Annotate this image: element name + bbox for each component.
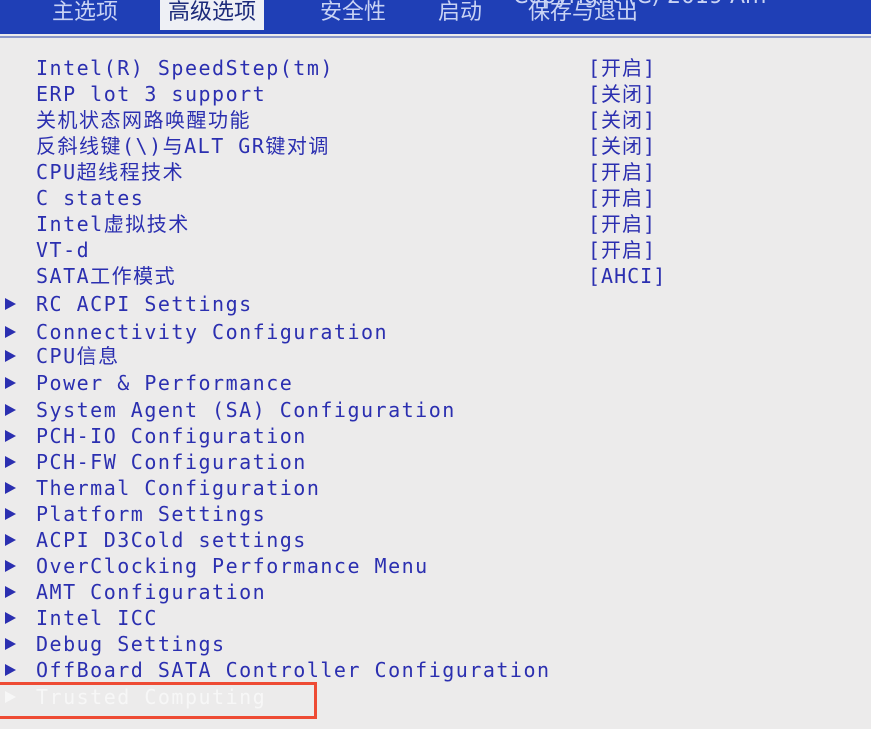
submenu-platform-settings[interactable]: Platform Settings	[0, 501, 871, 527]
setting-label: Intel(R) SpeedStep(tm)	[36, 56, 334, 80]
setting-value[interactable]: [关闭]	[588, 81, 656, 107]
submenu-label: Platform Settings	[36, 502, 267, 526]
triangle-right-icon	[5, 326, 16, 338]
setting-row-backslash-altgr[interactable]: 反斜线键(\)与ALT GR键对调 [关闭]	[0, 133, 871, 159]
setting-value[interactable]: [开启]	[588, 185, 656, 211]
submenu-label: Power & Performance	[36, 371, 294, 395]
top-menu-bar: 主选项 高级选项 安全性 启动 保存与退出 Copyright (C) 2019…	[0, 0, 871, 34]
setting-value[interactable]: [开启]	[588, 237, 656, 263]
triangle-right-icon	[5, 482, 16, 494]
setting-row-wake-on-lan[interactable]: 关机状态网路唤醒功能 [关闭]	[0, 107, 871, 133]
submenu-label: OffBoard SATA Controller Configuration	[36, 658, 551, 682]
submenu-label: Debug Settings	[36, 632, 226, 656]
submenu-overclocking-performance-menu[interactable]: OverClocking Performance Menu	[0, 553, 871, 579]
triangle-right-icon	[5, 508, 16, 520]
submenu-power-performance[interactable]: Power & Performance	[0, 370, 871, 396]
setting-value[interactable]: [开启]	[588, 211, 656, 237]
submenu-intel-icc[interactable]: Intel ICC	[0, 605, 871, 631]
triangle-right-icon	[5, 430, 16, 442]
triangle-right-icon	[5, 298, 16, 310]
triangle-right-icon	[5, 560, 16, 572]
triangle-right-icon	[5, 350, 16, 362]
submenu-label: AMT Configuration	[36, 580, 267, 604]
setting-row-hyperthreading[interactable]: CPU超线程技术 [开启]	[0, 159, 871, 185]
tab-security[interactable]: 安全性	[312, 0, 394, 30]
submenu-label: RC ACPI Settings	[36, 292, 253, 316]
setting-label: 关机状态网路唤醒功能	[36, 108, 251, 132]
submenu-label: PCH-IO Configuration	[36, 424, 307, 448]
setting-row-sata-mode[interactable]: SATA工作模式 [AHCI]	[0, 263, 871, 289]
submenu-label: Intel ICC	[36, 606, 158, 630]
submenu-label: System Agent (SA) Configuration	[36, 398, 456, 422]
triangle-right-icon	[5, 664, 16, 676]
submenu-label: Thermal Configuration	[36, 476, 321, 500]
submenu-pch-io-configuration[interactable]: PCH-IO Configuration	[0, 423, 871, 449]
submenu-label: CPU信息	[36, 344, 120, 368]
setting-row-virtualization[interactable]: Intel虚拟技术 [开启]	[0, 211, 871, 237]
setting-label: Intel虚拟技术	[36, 212, 190, 236]
tab-main[interactable]: 主选项	[44, 0, 126, 30]
submenu-label: OverClocking Performance Menu	[36, 554, 429, 578]
submenu-offboard-sata-controller-configuration[interactable]: OffBoard SATA Controller Configuration	[0, 657, 871, 683]
submenu-connectivity-configuration[interactable]: Connectivity Configuration	[0, 319, 871, 345]
setting-row-c-states[interactable]: C states [开启]	[0, 185, 871, 211]
triangle-right-icon	[5, 404, 16, 416]
submenu-amt-configuration[interactable]: AMT Configuration	[0, 579, 871, 605]
setting-label: CPU超线程技术	[36, 160, 185, 184]
copyright-text: Copyright (C) 2019 Am	[513, 0, 766, 9]
setting-value[interactable]: [关闭]	[588, 107, 656, 133]
setting-label: VT-d	[36, 238, 91, 262]
setting-row-erp[interactable]: ERP lot 3 support [关闭]	[0, 81, 871, 107]
triangle-right-icon	[5, 638, 16, 650]
submenu-label: ACPI D3Cold settings	[36, 528, 307, 552]
triangle-right-icon	[5, 534, 16, 546]
setting-label: 反斜线键(\)与ALT GR键对调	[36, 134, 330, 158]
triangle-right-icon	[5, 377, 16, 389]
setting-row-vt-d[interactable]: VT-d [开启]	[0, 237, 871, 263]
submenu-debug-settings[interactable]: Debug Settings	[0, 631, 871, 657]
submenu-pch-fw-configuration[interactable]: PCH-FW Configuration	[0, 449, 871, 475]
submenu-label: PCH-FW Configuration	[36, 450, 307, 474]
triangle-right-icon	[5, 586, 16, 598]
submenu-acpi-d3cold-settings[interactable]: ACPI D3Cold settings	[0, 527, 871, 553]
setting-value[interactable]: [开启]	[588, 159, 656, 185]
triangle-right-icon	[5, 456, 16, 468]
setting-label: ERP lot 3 support	[36, 82, 267, 106]
setting-value[interactable]: [AHCI]	[588, 263, 666, 289]
setting-value[interactable]: [关闭]	[588, 133, 656, 159]
selection-highlight-box	[0, 682, 317, 719]
triangle-right-icon	[5, 612, 16, 624]
setting-label: SATA工作模式	[36, 264, 177, 288]
setting-label: C states	[36, 186, 145, 210]
setting-value[interactable]: [开启]	[588, 55, 656, 81]
submenu-rc-acpi-settings[interactable]: RC ACPI Settings	[0, 291, 871, 317]
setting-row-speedstep[interactable]: Intel(R) SpeedStep(tm) [开启]	[0, 55, 871, 81]
submenu-system-agent-configuration[interactable]: System Agent (SA) Configuration	[0, 397, 871, 423]
tab-advanced[interactable]: 高级选项	[160, 0, 265, 30]
tab-boot[interactable]: 启动	[430, 0, 490, 30]
submenu-label: Connectivity Configuration	[36, 320, 389, 344]
submenu-cpu-info[interactable]: CPU信息	[0, 343, 871, 369]
submenu-thermal-configuration[interactable]: Thermal Configuration	[0, 475, 871, 501]
